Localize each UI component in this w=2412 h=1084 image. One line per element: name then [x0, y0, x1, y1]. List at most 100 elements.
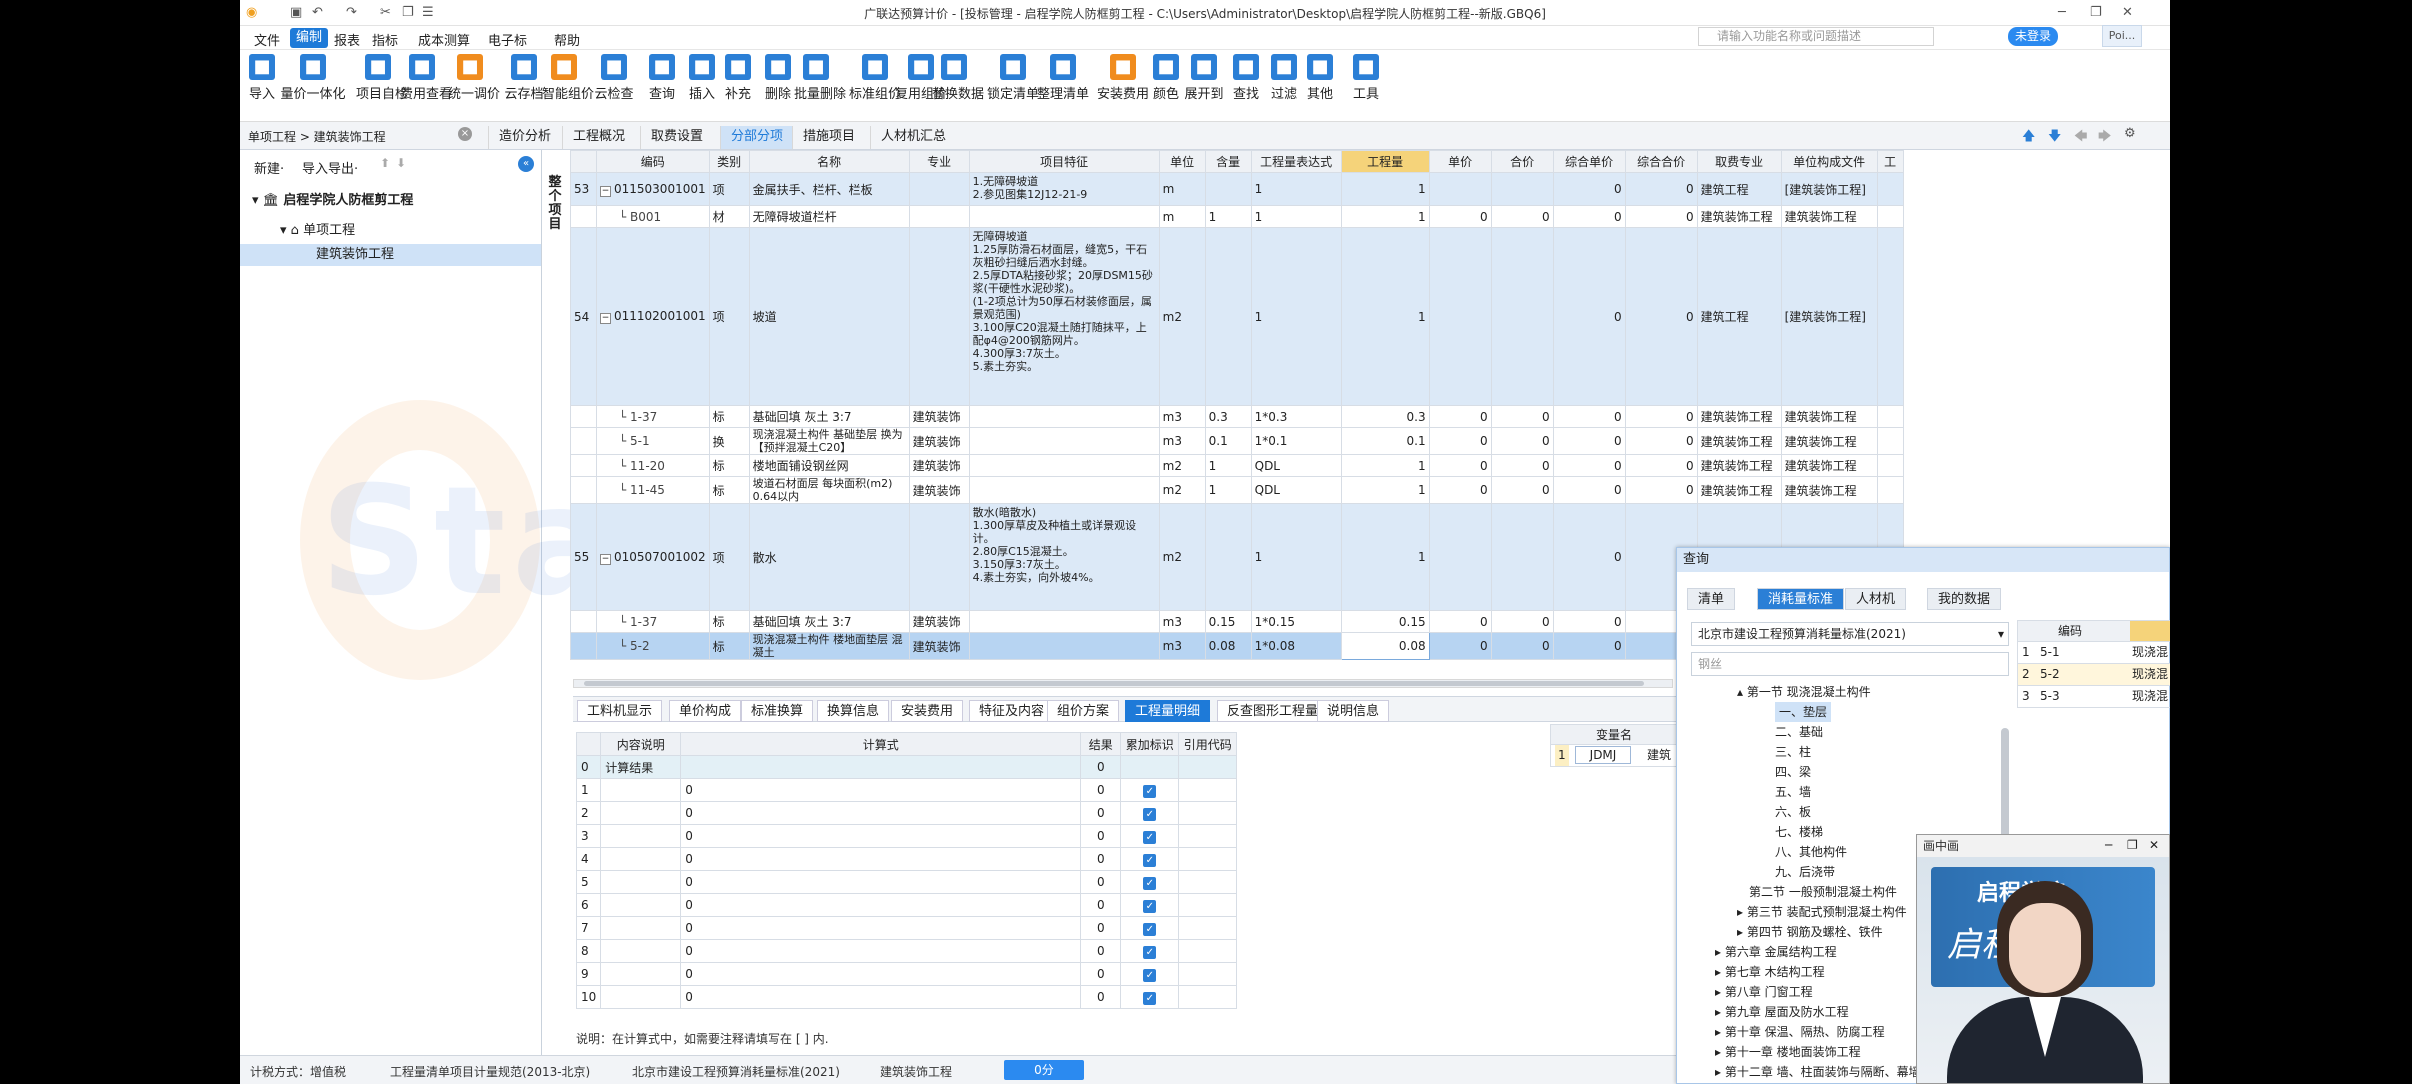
- calc-row[interactable]: 8 0 0 ✓: [575, 939, 1238, 963]
- calc-formula[interactable]: 0: [680, 893, 1082, 917]
- cell-feature[interactable]: [968, 610, 1160, 633]
- cell-sum_total[interactable]: 0: [1624, 476, 1698, 504]
- query-tree-item[interactable]: 二、基础: [1775, 722, 1823, 742]
- cell-file[interactable]: [建筑装饰工程]: [1780, 227, 1878, 406]
- standard-select[interactable]: 北京市建设工程预算消耗量标准(2021) ▾: [1691, 622, 2009, 646]
- menu-item-3[interactable]: 指标: [366, 30, 404, 49]
- grid-header-15[interactable]: 工: [1876, 150, 1904, 173]
- cell-fee[interactable]: 建筑工程: [1696, 172, 1782, 206]
- cell-no[interactable]: [570, 632, 597, 660]
- cell-total[interactable]: 0: [1490, 632, 1554, 660]
- grid-header-4[interactable]: 项目特征: [968, 150, 1160, 173]
- cell-feature[interactable]: [968, 405, 1160, 428]
- grid-header-6[interactable]: 含量: [1204, 150, 1252, 173]
- grid-header-9[interactable]: 单价: [1428, 150, 1492, 173]
- cell-qty_ratio[interactable]: 0.08: [1204, 632, 1252, 660]
- ribbon-button-7[interactable]: ■ 云检查: [592, 54, 636, 102]
- grid-header-10[interactable]: 合价: [1490, 150, 1554, 173]
- calc-row[interactable]: 5 0 0 ✓: [575, 870, 1238, 894]
- cell-feature[interactable]: [968, 476, 1160, 504]
- cell-qty_ratio[interactable]: 1: [1204, 205, 1252, 228]
- var-value[interactable]: JDMJ: [1575, 746, 1631, 764]
- calc-ref[interactable]: [1178, 985, 1238, 1009]
- query-tree-item[interactable]: ▸ 第十一章 楼地面装饰工程: [1715, 1042, 1861, 1062]
- grid-header-5[interactable]: 单位: [1158, 150, 1206, 173]
- scrollbar-thumb[interactable]: [584, 681, 1644, 686]
- view-tab-0[interactable]: 造价分析: [488, 126, 561, 149]
- cell-sum_total[interactable]: 0: [1624, 427, 1698, 455]
- calc-ref[interactable]: [1178, 962, 1238, 986]
- grid-header-3[interactable]: 专业: [908, 150, 970, 173]
- score-button[interactable]: 0分: [1004, 1060, 1084, 1080]
- calc-desc[interactable]: [600, 985, 682, 1009]
- cell-code[interactable]: −011102001001: [596, 227, 710, 406]
- cell-no[interactable]: 55: [570, 503, 597, 611]
- query-tree-item[interactable]: 一、垫层: [1775, 702, 1832, 722]
- cell-fee[interactable]: 建筑装饰工程: [1696, 454, 1782, 477]
- cell-code[interactable]: └ 5-2: [596, 632, 710, 660]
- cell-qty_ratio[interactable]: [1204, 172, 1252, 206]
- calc-desc[interactable]: [600, 847, 682, 871]
- ribbon-button-3[interactable]: ■ 费用查看: [400, 54, 452, 102]
- detail-tab-0[interactable]: 工料机显示: [577, 700, 663, 722]
- arrow-down-icon[interactable]: 🡇: [2048, 127, 2061, 149]
- calc-flag[interactable]: ✓: [1120, 916, 1180, 940]
- ribbon-button-24[interactable]: ■ 工具: [1344, 54, 1388, 102]
- arrow-down-icon[interactable]: ⬇: [396, 156, 406, 170]
- checkbox-checked-icon[interactable]: ✓: [1143, 876, 1157, 890]
- cell-unit_total[interactable]: 0: [1552, 476, 1626, 504]
- new-button[interactable]: 新建·: [254, 158, 284, 177]
- cell-price[interactable]: 0: [1428, 632, 1492, 660]
- checkbox-checked-icon[interactable]: ✓: [1143, 991, 1157, 1005]
- cell-type[interactable]: 标: [708, 632, 750, 660]
- calc-desc[interactable]: [600, 939, 682, 963]
- cell-type[interactable]: 项: [708, 227, 750, 406]
- cell-feature[interactable]: 无障碍坡道 1.25厚防滑石材面层，缝宽5，干石灰粗砂扫缝后洒水封缝。 2.5厚…: [968, 227, 1160, 406]
- cell-no[interactable]: [570, 610, 597, 633]
- cell-unit[interactable]: m3: [1158, 610, 1206, 633]
- grid-header-1[interactable]: 类别: [708, 150, 750, 173]
- calc-flag[interactable]: ✓: [1120, 939, 1180, 963]
- cell-name[interactable]: 散水: [748, 503, 910, 611]
- detail-tab-2[interactable]: 标准换算: [741, 700, 814, 722]
- query-tree-item[interactable]: 六、板: [1775, 802, 1811, 822]
- view-tab-4[interactable]: 措施项目: [792, 126, 865, 149]
- cell-expr[interactable]: 1*0.15: [1250, 610, 1342, 633]
- cell-no[interactable]: [570, 476, 597, 504]
- grid-row[interactable]: └ B001 材无障碍坡道栏杆 m 1 1 1 0 0 0 0 建筑装饰工程 建筑装饰工程: [570, 205, 1904, 228]
- cell-qty_ratio[interactable]: [1204, 503, 1252, 611]
- cell-spec[interactable]: [908, 227, 970, 406]
- ribbon-button-2[interactable]: ■ 项目自检: [356, 54, 408, 102]
- arrow-up-icon[interactable]: ⬆: [380, 156, 390, 170]
- cell-unit[interactable]: m3: [1158, 427, 1206, 455]
- query-tree-item[interactable]: ▸ 第八章 门窗工程: [1715, 982, 1813, 1002]
- cell-qty[interactable]: 1: [1340, 227, 1430, 406]
- cell-fee[interactable]: 建筑工程: [1696, 227, 1782, 406]
- cell-type[interactable]: 标: [708, 476, 750, 504]
- cell-no[interactable]: [570, 427, 597, 455]
- var-row[interactable]: 1 JDMJ 建筑: [1550, 745, 1678, 767]
- grid-row[interactable]: └ 5-1 换现浇混凝土构件 基础垫层 换为【预拌混凝土C20】 建筑装饰 m3 0.1…: [570, 427, 1904, 455]
- query-search-input[interactable]: 钢丝: [1691, 652, 2009, 676]
- calc-desc[interactable]: [600, 801, 682, 825]
- collapse-icon[interactable]: −: [600, 313, 611, 324]
- cell-name[interactable]: 楼地面铺设钢丝网: [748, 454, 910, 477]
- checkbox-checked-icon[interactable]: ✓: [1143, 853, 1157, 867]
- query-tab-0[interactable]: 清单: [1687, 588, 1736, 610]
- query-tree-item[interactable]: 八、其他构件: [1775, 842, 1847, 862]
- cell-file[interactable]: 建筑装饰工程: [1780, 427, 1878, 455]
- arrow-left-icon[interactable]: 🡄: [2074, 127, 2087, 149]
- calc-row[interactable]: 4 0 0 ✓: [575, 847, 1238, 871]
- cell-unit_total[interactable]: 0: [1552, 632, 1626, 660]
- import-export-button[interactable]: 导入导出·: [302, 158, 358, 177]
- cell-no[interactable]: [570, 405, 597, 428]
- menu-item-6[interactable]: 帮助: [548, 30, 586, 49]
- tree-root[interactable]: ▾ 🏛 启程学院人防框剪工程: [252, 190, 413, 212]
- cell-expr[interactable]: QDL: [1250, 476, 1342, 504]
- checkbox-checked-icon[interactable]: ✓: [1143, 899, 1157, 913]
- cell-expr[interactable]: 1: [1250, 227, 1342, 406]
- minimize-icon[interactable]: ─: [2058, 5, 2066, 20]
- query-tree-item[interactable]: ▸ 第九章 屋面及防水工程: [1715, 1002, 1849, 1022]
- calc-formula[interactable]: 0: [680, 939, 1082, 963]
- calc-desc[interactable]: [600, 778, 682, 802]
